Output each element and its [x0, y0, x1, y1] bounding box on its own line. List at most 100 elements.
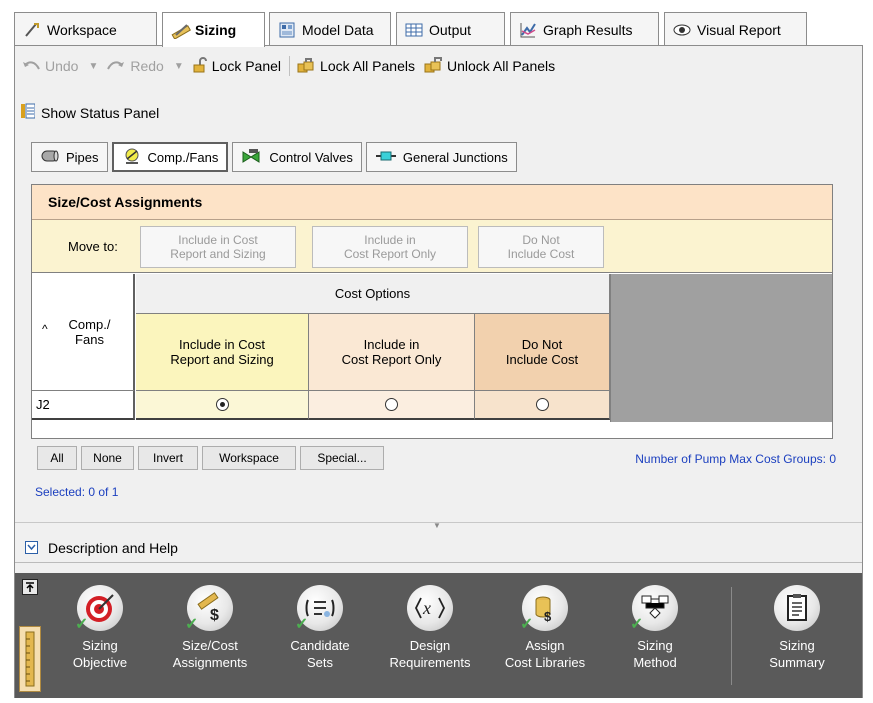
tab-model-data[interactable]: Model Data	[269, 12, 391, 46]
panel-splitter[interactable]: ▼	[15, 521, 862, 532]
lock-panel-label: Lock Panel	[211, 58, 282, 74]
ribbon-assign-cost-libraries[interactable]: $ ✓ Assign Cost Libraries	[500, 585, 590, 671]
ribbon-side-bar	[15, 573, 45, 698]
ribbon-label-line2: Objective	[72, 655, 128, 670]
ribbon-label-line1: Assign	[525, 638, 565, 653]
ribbon-candidate-sets[interactable]: ✓ Candidate Sets	[275, 585, 365, 671]
workspace-icon	[23, 21, 41, 39]
radio-do-not-include-cost[interactable]	[535, 398, 549, 411]
ribbon-label-line1: Size/Cost	[182, 638, 238, 653]
selection-button-group: All None Invert Workspace Special...	[37, 446, 384, 470]
unlock-all-icon	[423, 56, 443, 76]
pipe-icon	[40, 149, 60, 166]
ruler-icon[interactable]	[19, 626, 41, 692]
table-icon	[405, 21, 423, 39]
ruler-pencil-icon	[171, 21, 191, 40]
svg-text:$: $	[544, 609, 552, 624]
svg-text:$: $	[210, 607, 219, 624]
tab-label: Workspace	[47, 21, 117, 38]
subtab-general-junctions[interactable]: General Junctions	[365, 142, 517, 172]
comp-fans-column-header[interactable]: ^ Comp./ Fans	[32, 274, 135, 391]
description-help-toggle[interactable]: Description and Help	[15, 533, 862, 563]
redo-dropdown-icon[interactable]: ▼	[174, 61, 184, 72]
col-include-cost-and-sizing-header[interactable]: Include in Cost Report and Sizing	[136, 314, 309, 391]
ribbon-sizing-method[interactable]: ✓ Sizing Method	[610, 585, 700, 671]
list-sets-icon: ✓	[295, 585, 343, 633]
show-status-panel-button[interactable]: Show Status Panel	[21, 103, 159, 122]
check-icon: ✓	[185, 616, 199, 633]
lock-open-icon	[192, 56, 208, 76]
cell-cost-report-only[interactable]	[309, 391, 475, 420]
cell-do-not-include-cost[interactable]	[475, 391, 610, 420]
ribbon-sizing-objective[interactable]: ✓ Sizing Objective	[55, 585, 145, 671]
tab-output[interactable]: Output	[396, 12, 505, 46]
size-cost-assignments-panel: Size/Cost Assignments Move to: Include i…	[31, 184, 833, 439]
subtab-pipes[interactable]: Pipes	[31, 142, 108, 172]
ribbon-label-line2: Assignments	[172, 655, 248, 670]
col-cost-report-only-header[interactable]: Include in Cost Report Only	[309, 314, 475, 391]
ribbon-sizing-summary[interactable]: Sizing Summary	[752, 585, 842, 671]
move-do-not-include-cost-button[interactable]: Do Not Include Cost	[478, 226, 604, 268]
undo-label: Undo	[45, 58, 79, 74]
select-none-button[interactable]: None	[81, 446, 134, 470]
subtab-comp-fans[interactable]: Comp./Fans	[111, 142, 229, 172]
lock-all-panels-button[interactable]: Lock All Panels	[296, 57, 415, 76]
ruler-dollar-icon: $ ✓	[185, 585, 233, 633]
graph-icon	[519, 21, 537, 39]
ribbon-size-cost-assignments[interactable]: $ ✓ Size/Cost Assignments	[165, 585, 255, 671]
ribbon-label-line1: Sizing	[82, 638, 118, 653]
model-data-icon	[278, 21, 296, 39]
check-icon: ✓	[295, 616, 309, 633]
cost-options-header: Cost Options	[136, 274, 610, 314]
lock-panel-button[interactable]: Lock Panel	[192, 56, 282, 76]
check-icon: ✓	[75, 616, 89, 633]
target-icon: ✓	[75, 585, 123, 633]
subtab-label: General Junctions	[402, 149, 508, 165]
unlock-all-panels-button[interactable]: Unlock All Panels	[423, 56, 555, 76]
tab-graph-results[interactable]: Graph Results	[510, 12, 659, 46]
move-include-cost-and-sizing-button[interactable]: Include in Cost Report and Sizing	[140, 226, 296, 268]
col-do-not-include-cost-header[interactable]: Do Not Include Cost	[475, 314, 610, 391]
expand-chevron-icon	[25, 541, 38, 554]
ribbon-label-line2: Requirements	[389, 655, 471, 670]
radio-cost-report-only[interactable]	[385, 398, 398, 411]
undo-button[interactable]: Undo	[21, 58, 78, 74]
toolbar: Undo ▼ Redo ▼ Lock Panel Lock All Panels	[15, 46, 862, 86]
subtab-label: Control Valves	[269, 149, 353, 165]
redo-label: Redo	[130, 58, 164, 74]
invert-selection-button[interactable]: Invert	[138, 446, 198, 470]
grid-empty-area	[610, 274, 832, 422]
subtab-control-valves[interactable]: Control Valves	[232, 142, 362, 172]
tab-workspace[interactable]: Workspace	[14, 12, 157, 46]
redo-button[interactable]: Redo	[106, 58, 164, 74]
undo-dropdown-icon[interactable]: ▼	[88, 61, 98, 72]
move-cost-report-only-button[interactable]: Include in Cost Report Only	[312, 226, 468, 268]
ribbon-label-line2: Method	[633, 655, 677, 670]
ribbon-design-requirements[interactable]: x Design Requirements	[385, 585, 475, 671]
move-to-label: Move to:	[68, 239, 118, 254]
cell-include-cost-and-sizing[interactable]	[136, 391, 309, 420]
pump-max-cost-groups-link[interactable]: Number of Pump Max Cost Groups: 0	[635, 452, 836, 466]
row-name-j2[interactable]: J2	[32, 391, 135, 420]
subtab-label: Pipes	[66, 149, 99, 165]
toolbar-divider	[289, 56, 291, 76]
special-select-button[interactable]: Special...	[300, 446, 384, 470]
tab-sizing[interactable]: Sizing	[162, 12, 265, 47]
valve-icon	[241, 148, 263, 167]
sizing-content-area: Undo ▼ Redo ▼ Lock Panel Lock All Panels	[14, 45, 863, 698]
column-header-label: Comp./ Fans	[68, 317, 111, 347]
ribbon-label-line1: Candidate	[290, 638, 350, 653]
select-workspace-button[interactable]: Workspace	[202, 446, 296, 470]
fan-icon	[122, 147, 142, 168]
select-all-button[interactable]: All	[37, 446, 77, 470]
check-icon: ✓	[630, 616, 644, 633]
sizing-steps-ribbon: ✓ Sizing Objective $ ✓ Size/Cost Assignm…	[15, 573, 862, 698]
status-panel-icon	[21, 103, 36, 122]
pin-top-icon[interactable]	[22, 579, 38, 595]
cost-options-grid: ^ Comp./ Fans Cost Options Include in Co…	[32, 274, 832, 422]
ribbon-label-line1: Design	[409, 638, 451, 653]
tab-visual-report[interactable]: Visual Report	[664, 12, 807, 46]
radio-include-cost-and-sizing[interactable]	[215, 398, 229, 411]
lock-all-label: Lock All Panels	[320, 58, 415, 74]
ribbon-label-line1: Sizing	[779, 638, 815, 653]
